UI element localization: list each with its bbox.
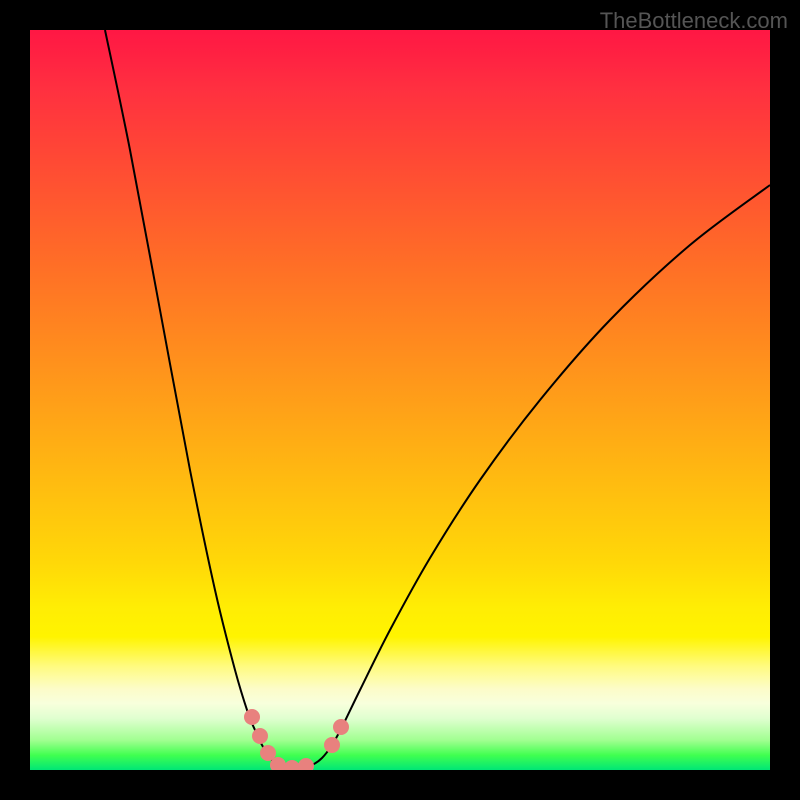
markers-group — [244, 709, 349, 770]
data-marker — [284, 760, 300, 770]
data-marker — [244, 709, 260, 725]
data-marker — [324, 737, 340, 753]
data-marker — [252, 728, 268, 744]
bottleneck-curve — [105, 30, 770, 768]
watermark-text: TheBottleneck.com — [600, 8, 788, 34]
data-marker — [333, 719, 349, 735]
data-marker — [298, 758, 314, 770]
chart-plot-area — [30, 30, 770, 770]
chart-svg — [30, 30, 770, 770]
